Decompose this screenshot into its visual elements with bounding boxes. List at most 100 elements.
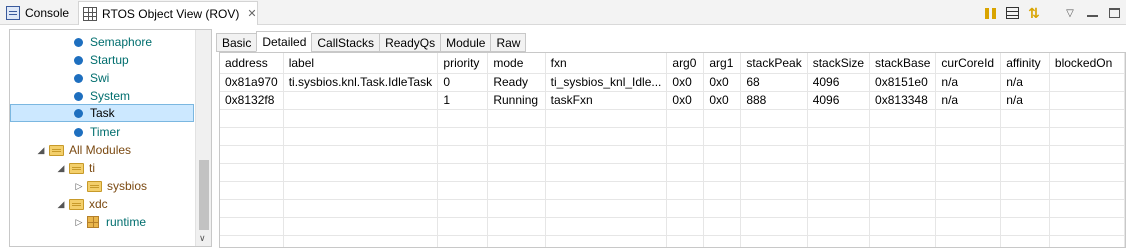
column-header[interactable]: arg0	[666, 53, 705, 74]
minimize-icon	[1086, 15, 1098, 17]
column-header[interactable]: address	[220, 53, 284, 74]
tree-item-label: runtime	[106, 215, 147, 229]
tree-item-ti[interactable]: ◢ ti	[10, 159, 194, 177]
module-icon	[74, 91, 83, 101]
folder-icon	[69, 162, 84, 174]
table-cell: 0x0	[703, 73, 742, 92]
tree-item-runtime[interactable]: ▷ runtime	[10, 213, 194, 231]
tab-module[interactable]: Module	[440, 33, 491, 52]
column-header[interactable]: arg1	[703, 53, 742, 74]
empty-row	[220, 199, 1125, 218]
column-header[interactable]: label	[283, 53, 439, 74]
column-header[interactable]: curCoreId	[935, 53, 1002, 74]
console-icon	[6, 6, 20, 20]
empty-row	[220, 109, 1125, 128]
task-table-container: address label priority mode fxn arg0 arg…	[219, 52, 1126, 248]
tree-item-label: ti	[89, 161, 95, 175]
tree-item-label: sysbios	[107, 179, 148, 193]
empty-row	[220, 217, 1125, 236]
sync-button[interactable]: ⇅	[1024, 4, 1044, 22]
column-header[interactable]: stackPeak	[740, 53, 808, 74]
table-cell: 4096	[807, 91, 871, 110]
tab-detailed[interactable]: Detailed	[256, 31, 312, 52]
task-table: address label priority mode fxn arg0 arg…	[220, 53, 1125, 247]
tree-item-task[interactable]: Task	[10, 104, 194, 122]
table-row[interactable]: 0x81a970 ti.sysbios.knl.Task.IdleTask 0 …	[220, 73, 1125, 92]
table-header-row: address label priority mode fxn arg0 arg…	[220, 53, 1125, 74]
view-menu-icon: ▽	[1066, 7, 1074, 19]
scrollbar-thumb[interactable]	[199, 160, 209, 230]
tree-item-label: System	[90, 89, 131, 103]
table-cell	[1049, 91, 1125, 110]
tree-item-timer[interactable]: Timer	[10, 123, 194, 141]
pause-button[interactable]	[980, 4, 1000, 22]
tab-callstacks[interactable]: CallStacks	[311, 33, 380, 52]
tree-item-startup[interactable]: Startup	[10, 51, 194, 69]
package-icon	[87, 216, 99, 228]
tab-rov[interactable]: RTOS Object View (ROV) ✕	[78, 1, 258, 25]
tree-item-label: Timer	[90, 125, 121, 139]
empty-row	[220, 163, 1125, 182]
tree-item-label: Swi	[90, 71, 110, 85]
table-cell: Ready	[487, 73, 546, 92]
expand-toggle-icon[interactable]: ◢	[56, 163, 66, 174]
module-icon	[74, 37, 83, 47]
tree-item-label: Semaphore	[90, 35, 153, 49]
empty-row	[220, 127, 1125, 146]
tab-readyqs[interactable]: ReadyQs	[379, 33, 441, 52]
scroll-down-icon[interactable]: ∨	[199, 233, 206, 244]
folder-icon	[69, 198, 84, 210]
view-subtabs: Basic Detailed CallStacks ReadyQs Module…	[216, 31, 527, 52]
tab-raw[interactable]: Raw	[490, 33, 527, 52]
collapse-toggle-icon[interactable]: ▷	[74, 217, 84, 228]
table-cell: taskFxn	[545, 91, 668, 110]
tree-item-swi[interactable]: Swi	[10, 69, 194, 87]
empty-row	[220, 145, 1125, 164]
tree-item-label: Startup	[90, 53, 129, 67]
column-header[interactable]: stackSize	[807, 53, 871, 74]
column-header[interactable]: mode	[487, 53, 546, 74]
tree-item-label: xdc	[89, 197, 108, 211]
column-header[interactable]: stackBase	[869, 53, 937, 74]
minimize-button[interactable]	[1082, 4, 1102, 22]
table-cell: 0x0	[666, 73, 705, 92]
tree-item-sysbios[interactable]: ▷ sysbios	[10, 177, 194, 195]
table-cell: 0x813348	[869, 91, 937, 110]
table-cell: 0	[437, 73, 489, 92]
module-icon	[74, 127, 83, 137]
tree-item-semaphore[interactable]: Semaphore	[10, 33, 194, 51]
tab-console-label: Console	[25, 6, 70, 20]
table-cell	[283, 91, 439, 110]
column-header[interactable]: affinity	[1000, 53, 1050, 74]
column-header[interactable]: blockedOn	[1049, 53, 1125, 74]
maximize-button[interactable]	[1104, 4, 1124, 22]
collapse-toggle-icon[interactable]: ▷	[74, 181, 84, 192]
table-cell: 0x81a970	[220, 73, 284, 92]
view-tab-bar: Console RTOS Object View (ROV) ✕ ⇅ ▽	[0, 0, 1126, 25]
table-view-button[interactable]	[1002, 4, 1022, 22]
tree-item-xdc[interactable]: ◢ xdc	[10, 195, 194, 213]
maximize-icon	[1108, 8, 1120, 18]
table-cell: ti.sysbios.knl.Task.IdleTask	[283, 73, 439, 92]
column-header[interactable]: priority	[437, 53, 489, 74]
expand-toggle-icon[interactable]: ◢	[56, 199, 66, 210]
module-tree: Semaphore Startup Swi System Task Timer …	[9, 29, 212, 247]
sync-icon: ⇅	[1028, 4, 1040, 21]
close-icon[interactable]: ✕	[247, 7, 256, 20]
tree-item-system[interactable]: System	[10, 87, 194, 105]
table-row[interactable]: 0x8132f8 1 Running taskFxn 0x0 0x0 888 4…	[220, 91, 1125, 110]
pause-icon	[984, 7, 996, 19]
expand-toggle-icon[interactable]: ◢	[36, 145, 46, 156]
table-cell: n/a	[935, 73, 1002, 92]
table-cell: 68	[740, 73, 808, 92]
view-menu-button[interactable]: ▽	[1060, 4, 1080, 22]
table-cell: 4096	[807, 73, 871, 92]
empty-row	[220, 235, 1125, 247]
tab-console[interactable]: Console	[6, 1, 76, 25]
column-header[interactable]: fxn	[545, 53, 668, 74]
detail-panel: Basic Detailed CallStacks ReadyQs Module…	[216, 29, 1126, 249]
tab-basic[interactable]: Basic	[216, 33, 257, 52]
tree-item-all-modules[interactable]: ◢ All Modules	[10, 141, 194, 159]
tree-scrollbar[interactable]: ∨	[195, 30, 211, 246]
table-cell: Running	[487, 91, 546, 110]
